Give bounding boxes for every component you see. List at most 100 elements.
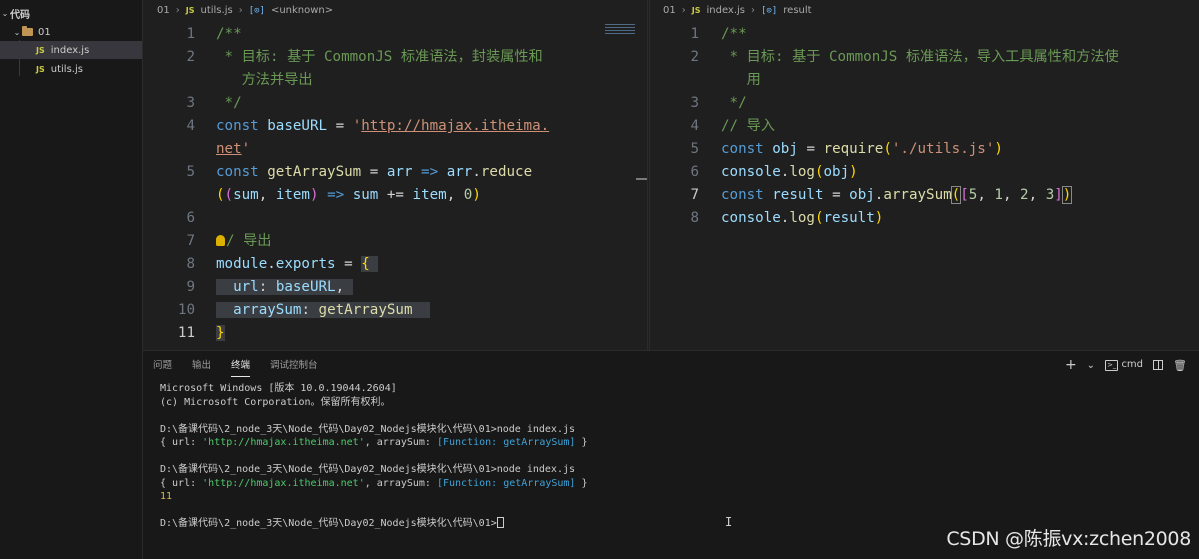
line-number: 7 bbox=[690, 187, 699, 203]
js-file-icon: JS bbox=[691, 6, 701, 15]
breadcrumb-symbol[interactable]: result bbox=[783, 5, 811, 16]
terminal-command: node index.js bbox=[496, 423, 576, 435]
code-line: module.exports = { bbox=[216, 253, 379, 276]
folder-label: 01 bbox=[38, 26, 51, 38]
terminal-line: Microsoft Windows [版本 10.0.19044.2604] bbox=[160, 383, 397, 394]
line-number: 6 bbox=[186, 210, 195, 226]
terminal-text: , arraySum: bbox=[364, 477, 437, 489]
terminal-string: 'http://hmajax.itheima.net' bbox=[202, 477, 365, 489]
terminal-text: } bbox=[575, 477, 588, 489]
code-line: * 目标: 基于 CommonJS 标准语法，封装属性和 bbox=[216, 49, 543, 65]
new-terminal-button[interactable]: + bbox=[1065, 357, 1077, 373]
code-line: /** bbox=[216, 26, 242, 42]
line-number: 2 bbox=[690, 49, 699, 65]
panel-actions: + ⌄ >_ cmd 🗑 bbox=[1065, 357, 1187, 373]
tab-problems[interactable]: 问题 bbox=[143, 351, 182, 381]
terminal-cursor bbox=[496, 517, 504, 528]
line-number: 5 bbox=[186, 164, 195, 180]
file-label: index.js bbox=[50, 44, 90, 56]
js-file-icon: JS bbox=[185, 6, 195, 15]
chevron-right-icon: › bbox=[751, 5, 756, 16]
code-line: 方法并导出 bbox=[216, 72, 313, 88]
code-line: net' bbox=[216, 141, 251, 157]
terminal-text: , arraySum: bbox=[364, 437, 437, 448]
line-number: 3 bbox=[186, 95, 195, 111]
line-number: 8 bbox=[186, 256, 195, 272]
editor-utils-js[interactable]: 01 › JS utils.js › [⊙] <unknown> 1 2 3 4… bbox=[143, 0, 648, 350]
line-number: 10 bbox=[177, 302, 195, 318]
line-number: 6 bbox=[690, 164, 699, 180]
code-line: arraySum: getArraySum bbox=[216, 299, 430, 322]
explorer-file-utils-js[interactable]: JS utils.js bbox=[0, 60, 142, 78]
symbol-icon: [⊙] bbox=[248, 5, 265, 16]
breadcrumb-folder[interactable]: 01 bbox=[663, 5, 676, 16]
line-number: 3 bbox=[690, 95, 699, 111]
terminal-prompt: D:\备课代码\2_node_3天\Node_代码\Day02_Nodejs模块… bbox=[160, 518, 497, 529]
terminal-string: 'http://hmajax.itheima.net' bbox=[202, 437, 365, 448]
code-line: const baseURL = 'http://hmajax.itheima. bbox=[216, 118, 550, 134]
symbol-icon: [⊙] bbox=[761, 5, 778, 16]
line-number: 11 bbox=[177, 325, 195, 341]
terminal-text: { url: bbox=[160, 477, 203, 489]
code-line: const obj = require('./utils.js') bbox=[721, 141, 1003, 157]
code-line: 用 bbox=[721, 72, 761, 88]
line-number: 4 bbox=[690, 118, 699, 134]
folder-open-icon bbox=[22, 26, 33, 36]
split-terminal-icon[interactable] bbox=[1153, 360, 1164, 370]
chevron-down-icon: ⌄ bbox=[1, 8, 9, 18]
code-line: ((sum, item) => sum += item, 0) bbox=[216, 187, 481, 203]
root-folder-label: 代码 bbox=[10, 9, 30, 21]
tab-output[interactable]: 输出 bbox=[182, 351, 221, 381]
code-line: } bbox=[216, 325, 225, 341]
terminal-command: node index.js bbox=[496, 464, 576, 475]
code-line: */ bbox=[721, 95, 747, 111]
trash-icon[interactable]: 🗑 bbox=[1173, 359, 1187, 372]
terminal-shell-selector[interactable]: >_ cmd bbox=[1105, 359, 1143, 371]
code-line: const getArraySum = arr => arr.reduce bbox=[216, 164, 533, 180]
code-line: console.log(obj) bbox=[721, 164, 858, 180]
line-number: 8 bbox=[690, 210, 699, 226]
scrollbar-marker[interactable] bbox=[636, 178, 647, 180]
editor-index-js[interactable]: 01 › JS index.js › [⊙] result 1 2 3 4 5 … bbox=[649, 0, 1199, 350]
explorer-root-folder[interactable]: ⌄ 代码 bbox=[0, 4, 142, 22]
terminal-prompt: D:\备课代码\2_node_3天\Node_代码\Day02_Nodejs模块… bbox=[160, 423, 497, 435]
breadcrumb-file[interactable]: utils.js bbox=[200, 5, 232, 16]
breadcrumb: 01 › JS utils.js › [⊙] <unknown> bbox=[157, 5, 333, 16]
terminal-icon: >_ bbox=[1105, 360, 1119, 371]
terminal-result: 11 bbox=[160, 491, 173, 502]
code-line: url: baseURL, bbox=[216, 276, 353, 299]
breadcrumb: 01 › JS index.js › [⊙] result bbox=[663, 5, 812, 16]
terminal-line: (c) Microsoft Corporation。保留所有权利。 bbox=[160, 396, 391, 408]
lightbulb-icon[interactable] bbox=[216, 235, 225, 246]
breadcrumb-folder[interactable]: 01 bbox=[157, 5, 170, 16]
chevron-down-icon[interactable]: ⌄ bbox=[1087, 360, 1095, 371]
shell-label: cmd bbox=[1121, 359, 1144, 370]
code-line: */ bbox=[216, 95, 242, 111]
chevron-right-icon: › bbox=[681, 5, 686, 16]
explorer-file-index-js[interactable]: JS index.js bbox=[0, 41, 142, 59]
js-file-icon: JS bbox=[36, 45, 45, 55]
terminal-prompt: D:\备课代码\2_node_3天\Node_代码\Day02_Nodejs模块… bbox=[160, 464, 497, 475]
code-line: /** bbox=[721, 26, 747, 42]
chevron-down-icon: ⌄ bbox=[13, 27, 21, 37]
breadcrumb-file[interactable]: index.js bbox=[706, 5, 745, 16]
line-number: 5 bbox=[690, 141, 699, 157]
explorer-sidebar: ⌄ 代码 ⌄ 01 JS index.js JS utils.js bbox=[0, 0, 143, 559]
minimap[interactable] bbox=[605, 24, 635, 38]
code-line: // 导入 bbox=[721, 118, 775, 134]
breadcrumb-symbol[interactable]: <unknown> bbox=[271, 5, 333, 16]
tab-terminal[interactable]: 终端 bbox=[221, 351, 260, 381]
code-line: console.log(result) bbox=[721, 210, 884, 226]
terminal-output[interactable]: Microsoft Windows [版本 10.0.19044.2604] (… bbox=[160, 382, 588, 531]
line-number: 7 bbox=[186, 233, 195, 249]
line-number: 2 bbox=[186, 49, 195, 65]
line-number: 1 bbox=[186, 26, 195, 42]
terminal-text: } bbox=[575, 437, 588, 448]
tab-debug-console[interactable]: 调试控制台 bbox=[260, 351, 328, 381]
terminal-text: { url: bbox=[160, 437, 203, 448]
line-number: 1 bbox=[690, 26, 699, 42]
file-label: utils.js bbox=[50, 63, 83, 75]
chevron-right-icon: › bbox=[175, 5, 180, 16]
explorer-folder-01[interactable]: ⌄ 01 bbox=[0, 23, 142, 41]
js-file-icon: JS bbox=[36, 64, 45, 74]
